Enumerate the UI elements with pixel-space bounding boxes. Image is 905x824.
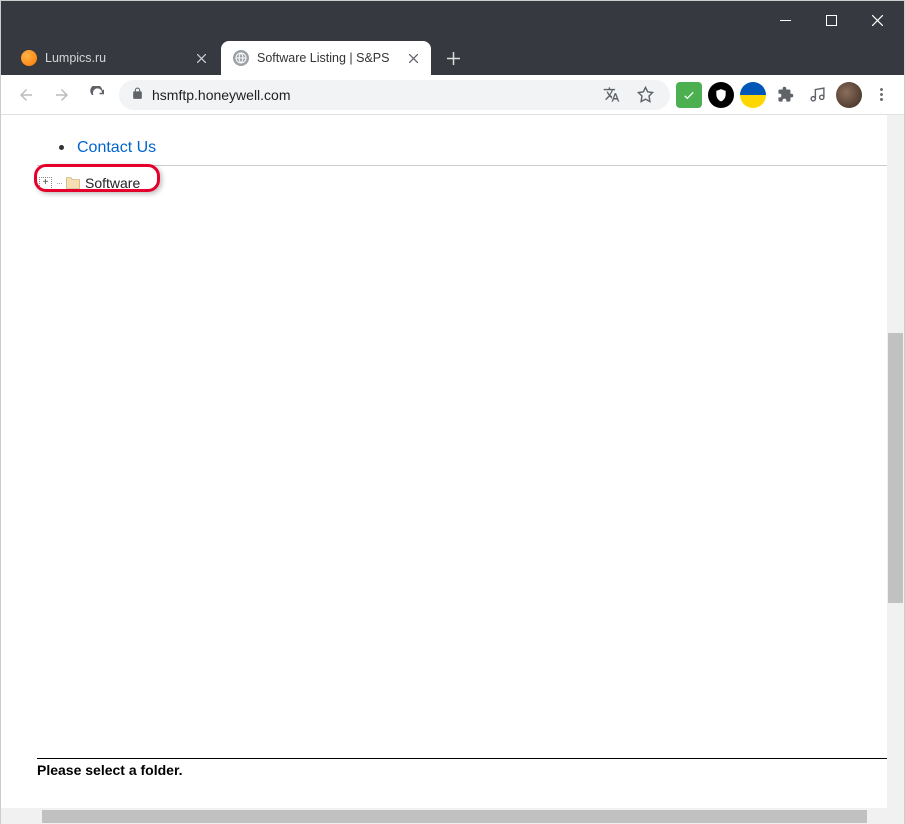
favicon-icon bbox=[233, 50, 249, 66]
page-content: Contact Us + ··· Software Please select … bbox=[1, 115, 887, 808]
window-minimize-button[interactable] bbox=[762, 1, 808, 39]
media-control-icon[interactable] bbox=[804, 82, 830, 108]
tree-connector-icon: ··· bbox=[56, 178, 62, 188]
folder-tree: + ··· Software bbox=[39, 172, 140, 194]
divider bbox=[37, 758, 887, 759]
new-tab-button[interactable] bbox=[439, 44, 467, 72]
favicon-icon bbox=[21, 50, 37, 66]
list-bullet-icon bbox=[59, 145, 64, 150]
page-viewport: Contact Us + ··· Software Please select … bbox=[1, 115, 904, 824]
window-maximize-button[interactable] bbox=[808, 1, 854, 39]
tree-root-row[interactable]: + ··· Software bbox=[39, 172, 140, 194]
horizontal-scrollbar[interactable] bbox=[1, 808, 904, 824]
bookmark-star-icon[interactable] bbox=[632, 82, 658, 108]
extension-shield-icon[interactable] bbox=[708, 82, 734, 108]
tab-label: Lumpics.ru bbox=[45, 51, 187, 65]
status-message: Please select a folder. bbox=[37, 762, 183, 778]
extension-flag-icon[interactable] bbox=[740, 82, 766, 108]
browser-menu-button[interactable] bbox=[868, 82, 894, 108]
contact-us-link[interactable]: Contact Us bbox=[77, 139, 156, 157]
lock-icon bbox=[131, 87, 144, 103]
scrollbar-thumb[interactable] bbox=[888, 333, 903, 603]
extensions-puzzle-icon[interactable] bbox=[772, 82, 798, 108]
window-close-button[interactable] bbox=[854, 1, 900, 39]
tab-close-button[interactable] bbox=[193, 50, 209, 66]
nav-forward-button[interactable] bbox=[47, 80, 77, 110]
profile-avatar[interactable] bbox=[836, 82, 862, 108]
window-titlebar bbox=[1, 1, 904, 39]
tab-software-listing[interactable]: Software Listing | S&PS bbox=[221, 41, 431, 75]
tab-label: Software Listing | S&PS bbox=[257, 51, 399, 65]
scrollbar-thumb[interactable] bbox=[42, 810, 867, 823]
nav-back-button[interactable] bbox=[11, 80, 41, 110]
tree-expand-icon[interactable]: + bbox=[39, 177, 52, 190]
browser-window: Lumpics.ru Software Listing | S&PS hsmft… bbox=[0, 0, 905, 824]
nav-reload-button[interactable] bbox=[83, 80, 113, 110]
translate-icon[interactable] bbox=[598, 82, 624, 108]
omnibox-url: hsmftp.honeywell.com bbox=[152, 87, 291, 103]
omnibox[interactable]: hsmftp.honeywell.com bbox=[119, 80, 670, 110]
tab-close-button[interactable] bbox=[405, 50, 421, 66]
extension-check-icon[interactable] bbox=[676, 82, 702, 108]
tree-root-label: Software bbox=[85, 175, 140, 191]
vertical-scrollbar[interactable] bbox=[887, 115, 904, 808]
tab-lumpics[interactable]: Lumpics.ru bbox=[9, 41, 219, 75]
address-bar: hsmftp.honeywell.com bbox=[1, 75, 904, 115]
folder-icon bbox=[65, 176, 81, 190]
tab-strip: Lumpics.ru Software Listing | S&PS bbox=[1, 39, 904, 75]
divider bbox=[37, 165, 887, 166]
